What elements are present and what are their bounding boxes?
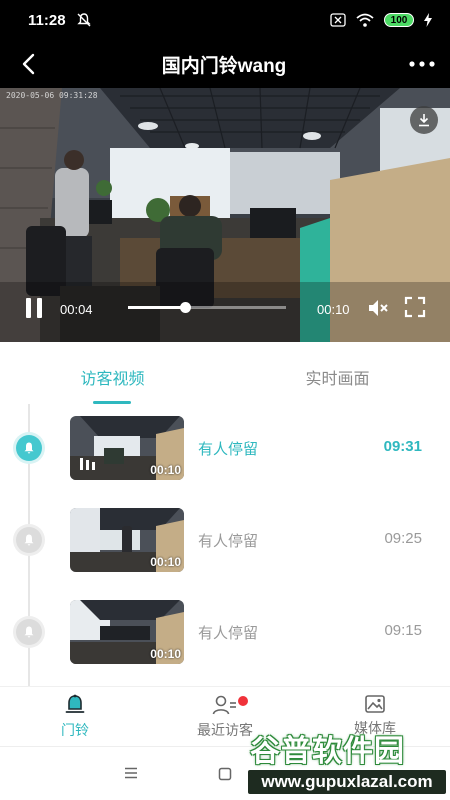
doorbell-icon [65,694,85,713]
event-duration: 00:10 [150,647,181,661]
event-item[interactable]: 00:10 有人停留 09:31 [0,416,450,480]
event-label: 有人停留 [198,624,259,642]
status-time: 11:28 [28,11,66,29]
event-label: 有人停留 [198,532,259,550]
tab-bar: 访客视频 实时画面 [0,342,450,404]
bell-icon [16,619,42,645]
duration-time: 00:10 [317,302,350,317]
menu-icon[interactable] [124,767,138,779]
back-button[interactable] [0,40,56,88]
fullscreen-icon[interactable] [404,296,426,318]
event-thumbnail[interactable]: 00:10 [70,600,184,664]
pause-icon-left [26,298,31,318]
mute-icon[interactable] [366,296,390,320]
more-button[interactable] [394,40,450,88]
pause-button[interactable] [26,298,46,322]
nav-label: 门铃 [61,723,89,739]
video-controls: 00:04 00:10 [0,282,450,342]
event-timeline: 00:10 有人停留 09:31 00:10 有人停留 09:25 00:10 … [0,404,450,686]
more-dots-icon [409,61,435,67]
event-time: 09:31 [383,438,422,455]
event-duration: 00:10 [150,463,181,477]
wifi-icon [356,13,374,27]
mute-bell-icon [76,13,91,27]
nav-label: 最近访客 [197,723,253,739]
bell-icon [16,527,42,553]
event-label: 有人停留 [198,440,259,458]
status-bar: 11:28 100 [0,0,450,40]
watermark-url: www.gupuxlazal.com [248,770,446,794]
event-item[interactable]: 00:10 有人停留 09:25 [0,508,450,572]
video-timestamp: 2020-05-06 09:31:28 [6,91,98,100]
event-thumbnail[interactable]: 00:10 [70,508,184,572]
sim-x-icon [330,13,346,27]
nav-doorbell[interactable]: 门铃 [0,687,150,746]
event-thumbnail[interactable]: 00:10 [70,416,184,480]
bell-icon [16,435,42,461]
tab-visitor-videos[interactable]: 访客视频 [0,342,225,404]
title-bar: 国内门铃wang [0,40,450,88]
video-player[interactable]: 2020-05-06 09:31:28 00:04 00:10 [0,88,450,342]
event-time: 09:25 [384,530,422,547]
event-time: 09:15 [384,622,422,639]
home-icon[interactable] [218,767,232,781]
battery-icon: 100 [384,13,414,27]
download-button[interactable] [410,106,438,134]
pause-icon-right [37,298,42,318]
current-time: 00:04 [60,302,93,317]
site-watermark: 谷普软件园 www.gupuxlazal.com [246,722,450,800]
page-title: 国内门铃wang [161,55,287,77]
charging-icon [424,13,432,27]
event-duration: 00:10 [150,555,181,569]
event-item[interactable]: 00:10 有人停留 09:15 [0,600,450,664]
progress-thumb[interactable] [179,302,191,313]
notification-badge [238,696,248,706]
progress-slider[interactable] [128,302,286,313]
download-icon [419,114,429,127]
gallery-icon [365,695,385,713]
visitors-icon [212,695,236,715]
back-arrow-icon [22,53,35,75]
watermark-title: 谷普软件园 [250,734,405,769]
progress-fill [128,306,185,309]
tab-live-view[interactable]: 实时画面 [225,342,450,404]
